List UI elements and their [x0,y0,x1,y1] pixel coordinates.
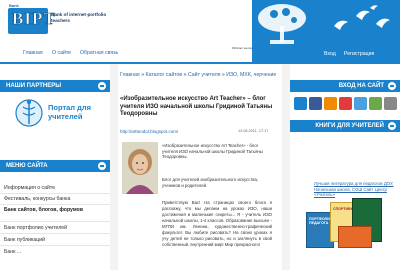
author-photo [122,142,158,194]
breadcrumb-teacher-site[interactable]: Сайт учителя [188,72,220,78]
nav-item-home[interactable]: Главная [23,50,43,56]
header-banner: Вход Регистрация [252,0,400,64]
article-subintro: Блог для учителей изобразительного искус… [162,177,259,188]
menu-header: МЕНЮ САЙТА [0,160,110,172]
social-login-icon[interactable] [309,97,322,110]
nav-item-feedback[interactable]: Обратная связь [80,50,118,56]
login-header-label: ВХОД НА САЙТ [338,83,384,89]
partner-banner-text: Портал для учителей [48,103,92,121]
right-sidebar: ВХОД НА САЙТ КНИГИ ДЛЯ УЧИТЕЛЕЙ ПОРТФОЛИ… [290,73,400,270]
right-gutter [282,64,290,270]
collapse-icon[interactable] [98,162,106,170]
logo-brand-outline: BIPT [12,9,56,29]
menu-item-publications-bank[interactable]: Банк публикаций [4,237,45,243]
menu-divider [0,221,110,222]
article-link[interactable]: http://artteodor.blogspot.com/ [120,129,178,134]
nav-item-about[interactable]: О сайте [52,50,71,56]
menu-divider [0,204,110,205]
article-date: 13.06.2011, 17:17 [238,129,269,133]
menu-divider [0,245,110,246]
social-login-icon[interactable] [384,97,397,110]
book-cover-title: ПОРТФОЛИО ПЕДАГОГА [309,217,333,226]
menu-header-label: МЕНЮ САЙТА [6,163,48,169]
social-login-icon[interactable] [324,97,337,110]
login-link[interactable]: Вход [324,51,336,57]
menu-divider [0,233,110,234]
left-gutter [110,64,118,270]
top-nav: Главная О сайте Обратная связь [0,48,250,60]
breadcrumb-separator: » [141,72,145,78]
register-link[interactable]: Регистрация [344,51,374,57]
books-caption[interactable]: Лучшая литература для педагогов ДОУ, Нач… [314,181,396,198]
partners-header: НАШИ ПАРТНЕРЫ [0,80,110,92]
books-header: КНИГИ ДЛЯ УЧИТЕЛЕЙ [290,120,400,132]
breadcrumb: Главная » Каталог сайтов » Сайт учителя … [120,72,280,79]
header-divider [0,62,400,64]
menu-divider [0,193,110,194]
book-cover [338,226,372,248]
collapse-icon[interactable] [388,82,396,90]
breadcrumb-category[interactable]: ИЗО, МХК, черчение [226,72,276,78]
social-login-icon[interactable] [354,97,367,110]
portrait-image [122,142,158,194]
menu-item-portfolio-bank[interactable]: Банк портфолио учителей [4,225,67,231]
social-login-icon[interactable] [294,97,307,110]
menu-item-sites-bank[interactable]: Банк сайтов, блогов, форумов [4,207,104,214]
partners-header-label: НАШИ ПАРТНЕРЫ [6,83,62,89]
breadcrumb-separator: » [221,72,225,78]
book-tree-icon [258,4,306,44]
partner-banner[interactable]: Портал для учителей [10,98,102,128]
menu-item-festival[interactable]: Фестиваль, конкурсы банка [4,196,70,202]
caduceus-logo-icon [15,99,43,127]
menu-item-more[interactable]: Банк ... [4,249,21,255]
social-login-icon[interactable] [339,97,352,110]
collapse-icon[interactable] [98,82,106,90]
logo-tagline: Bank of internet-portfolio teachers [51,12,107,23]
article-title: «Изобразительное искусство Art Teacher» … [120,96,273,118]
collapse-icon[interactable] [388,122,396,130]
article-intro: «Изобразительное искусство Art Teacher» … [162,143,263,160]
left-sidebar: НАШИ ПАРТНЕРЫ Портал для учителей МЕНЮ С… [0,73,110,270]
breadcrumb-home[interactable]: Главная [120,72,140,78]
login-header: ВХОД НА САЙТ [290,80,400,92]
books-banner[interactable]: ПОРТФОЛИО ПЕДАГОГА СПОРТИВНОЕ [306,198,386,250]
article-body: Приветствую Вас! На страницах своего бло… [162,200,272,247]
menu-item-info[interactable]: Информация о сайте [4,185,55,191]
books-header-label: КНИГИ ДЛЯ УЧИТЕЛЕЙ [315,123,384,129]
social-login-icon[interactable] [369,97,382,110]
birds-icon [334,5,390,30]
site-logo[interactable]: Bank BIPT BIPT [4,2,55,36]
breadcrumb-separator: » [183,72,187,78]
breadcrumb-catalog[interactable]: Каталог сайтов [146,72,183,78]
